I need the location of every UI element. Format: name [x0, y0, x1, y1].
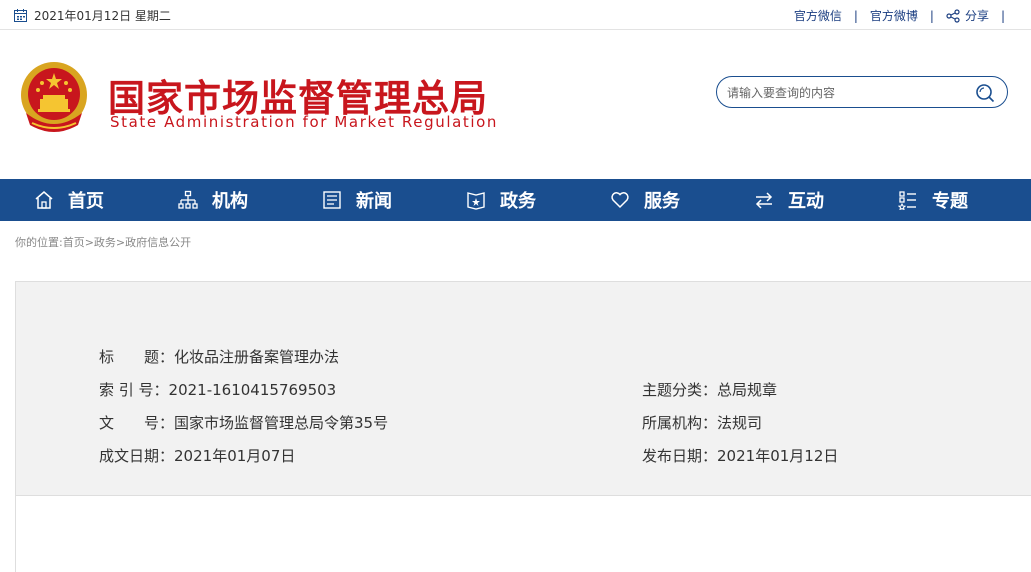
docno-value: 国家市场监督管理总局令第35号 — [174, 414, 389, 432]
info-row-org: 所属机构：法规司 — [642, 412, 762, 433]
nav-label: 新闻 — [356, 191, 392, 212]
title-key: 标 题： — [99, 348, 175, 366]
info-row-published: 发布日期：2021年01月12日 — [642, 445, 838, 466]
topics-icon — [898, 191, 916, 210]
separator: | — [929, 8, 934, 23]
site-title-english[interactable]: State Administration for Market Regulati… — [110, 113, 498, 131]
site-header: 国家市场监督管理总局 State Administration for Mark… — [0, 31, 1031, 179]
published-key: 发布日期： — [642, 447, 718, 465]
org-chart-icon — [178, 190, 198, 209]
top-links: 官方微信 | 官方微博 | 分享 | — [794, 7, 1017, 24]
info-row-created: 成文日期：2021年01月07日 — [99, 445, 295, 466]
nav-item-organization[interactable]: 机构 — [178, 179, 248, 221]
news-icon — [323, 191, 341, 209]
government-icon — [467, 192, 485, 210]
share-label: 分享 — [964, 9, 989, 23]
index-value: 2021-1610415769503 — [168, 381, 337, 399]
org-key: 所属机构： — [642, 414, 718, 432]
calendar-icon — [14, 9, 27, 22]
docno-key: 文 号： — [99, 414, 175, 432]
org-value: 法规司 — [717, 414, 763, 432]
nav-label: 政务 — [500, 191, 536, 212]
topic-value: 总局规章 — [717, 381, 778, 399]
topic-key: 主题分类： — [642, 381, 718, 399]
nav-label: 首页 — [68, 191, 104, 212]
nav-label: 专题 — [932, 191, 968, 212]
title-value: 化妆品注册备案管理办法 — [174, 348, 340, 366]
document-info-box: 标 题：化妆品注册备案管理办法 索 引 号：2021-1610415769503… — [15, 281, 1031, 496]
nav-item-home[interactable]: 首页 — [34, 179, 104, 221]
breadcrumb[interactable]: 你的位置:首页>政务>政府信息公开 — [15, 234, 191, 250]
index-key: 索 引 号： — [99, 381, 169, 399]
home-icon — [35, 191, 53, 209]
exchange-icon — [755, 192, 773, 209]
published-value: 2021年01月12日 — [717, 447, 839, 465]
national-emblem-icon[interactable] — [18, 59, 90, 135]
nav-label: 机构 — [212, 191, 248, 212]
date-text: 2021年01月12日 星期二 — [34, 9, 171, 23]
separator: | — [853, 8, 858, 23]
nav-label: 互动 — [788, 191, 824, 212]
heart-icon — [611, 192, 629, 209]
nav-item-government-affairs[interactable]: 政务 — [466, 179, 536, 221]
separator: | — [1000, 8, 1005, 23]
nav-item-services[interactable]: 服务 — [610, 179, 680, 221]
search-box — [716, 76, 1008, 108]
info-row-title: 标 题：化妆品注册备案管理办法 — [99, 346, 339, 367]
current-date: 2021年01月12日 星期二 — [14, 7, 171, 24]
search-input[interactable] — [727, 83, 967, 103]
top-bar: 2021年01月12日 星期二 官方微信 | 官方微博 | 分享 | — [0, 0, 1031, 30]
search-icon[interactable] — [975, 83, 995, 103]
created-value: 2021年01月07日 — [174, 447, 296, 465]
share-icon — [946, 8, 960, 23]
share-link[interactable]: 分享 — [946, 7, 989, 24]
info-row-index: 索 引 号：2021-1610415769503 — [99, 379, 336, 400]
info-row-docno: 文 号：国家市场监督管理总局令第35号 — [99, 412, 388, 433]
main-nav: 首页 机构 新闻 政务 服务 互动 专题 — [0, 179, 1031, 221]
official-wechat-link[interactable]: 官方微信 — [794, 7, 842, 24]
nav-item-topics[interactable]: 专题 — [898, 179, 968, 221]
info-row-topic: 主题分类：总局规章 — [642, 379, 777, 400]
created-key: 成文日期： — [99, 447, 175, 465]
nav-item-interaction[interactable]: 互动 — [754, 179, 824, 221]
official-weibo-link[interactable]: 官方微博 — [870, 7, 918, 24]
nav-item-news[interactable]: 新闻 — [322, 179, 392, 221]
document-body — [15, 496, 1031, 572]
nav-label: 服务 — [644, 191, 680, 212]
